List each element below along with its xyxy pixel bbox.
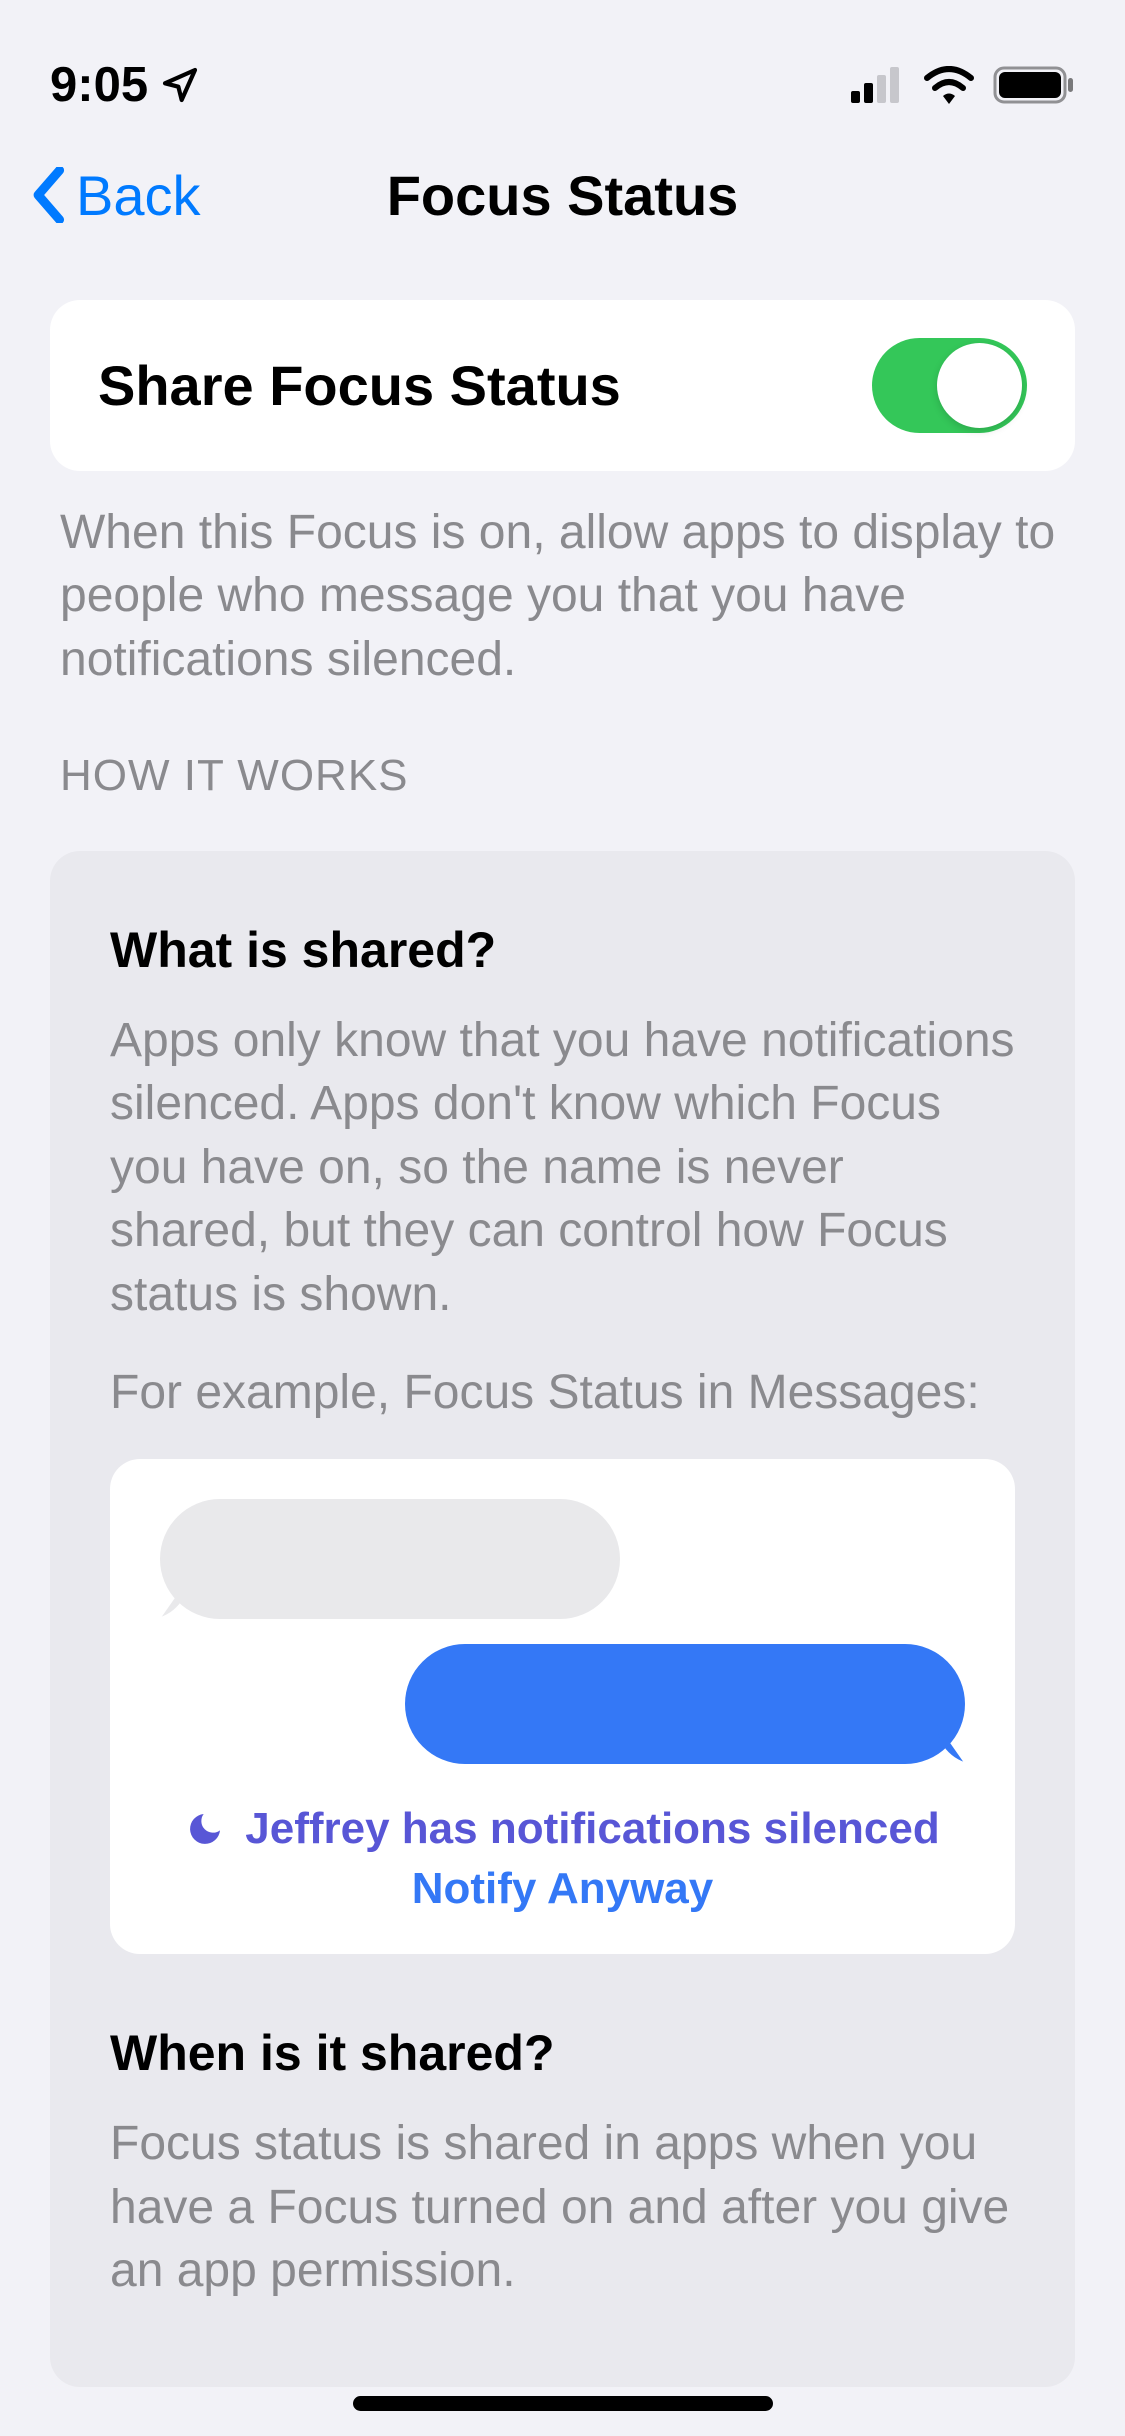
when-shared-body: Focus status is shared in apps when you … [110, 2112, 1015, 2302]
silenced-text: Jeffrey has notifications silenced [245, 1804, 939, 1854]
wifi-icon [923, 66, 975, 104]
battery-icon [993, 66, 1075, 104]
silenced-line: Jeffrey has notifications silenced [160, 1804, 965, 1854]
status-time-group: 9:05 [50, 57, 200, 113]
how-it-works-card: What is shared? Apps only know that you … [50, 851, 1075, 2387]
messages-preview: Jeffrey has notifications silenced Notif… [110, 1459, 1015, 1954]
when-shared-title: When is it shared? [110, 2024, 1015, 2082]
toggle-description: When this Focus is on, allow apps to dis… [50, 501, 1075, 691]
sent-bubble-row [160, 1644, 965, 1764]
what-shared-body: Apps only know that you have notificatio… [110, 1009, 1015, 1326]
share-focus-toggle[interactable] [872, 338, 1027, 433]
back-label: Back [76, 163, 201, 228]
status-time: 9:05 [50, 57, 148, 113]
moon-icon [185, 1809, 225, 1849]
what-shared-title: What is shared? [110, 921, 1015, 979]
notify-anyway-button[interactable]: Notify Anyway [160, 1864, 965, 1914]
home-indicator[interactable] [353, 2396, 773, 2411]
back-button[interactable]: Back [30, 163, 201, 228]
how-it-works-header: HOW IT WORKS [50, 751, 1075, 801]
cellular-icon [851, 67, 905, 103]
content: Share Focus Status When this Focus is on… [0, 270, 1125, 2417]
location-icon [160, 65, 200, 105]
example-label: For example, Focus Status in Messages: [110, 1361, 1015, 1424]
received-message-bubble [160, 1499, 620, 1619]
share-focus-toggle-row: Share Focus Status [50, 300, 1075, 471]
received-bubble-row [160, 1499, 965, 1619]
chevron-back-icon [30, 167, 66, 223]
sent-message-bubble [405, 1644, 965, 1764]
nav-header: Back Focus Status [0, 130, 1125, 270]
status-indicators [851, 66, 1075, 104]
toggle-knob [937, 343, 1022, 428]
focus-notice: Jeffrey has notifications silenced Notif… [160, 1804, 965, 1914]
toggle-label: Share Focus Status [98, 353, 621, 418]
status-bar: 9:05 [0, 0, 1125, 130]
page-title: Focus Status [387, 163, 739, 228]
